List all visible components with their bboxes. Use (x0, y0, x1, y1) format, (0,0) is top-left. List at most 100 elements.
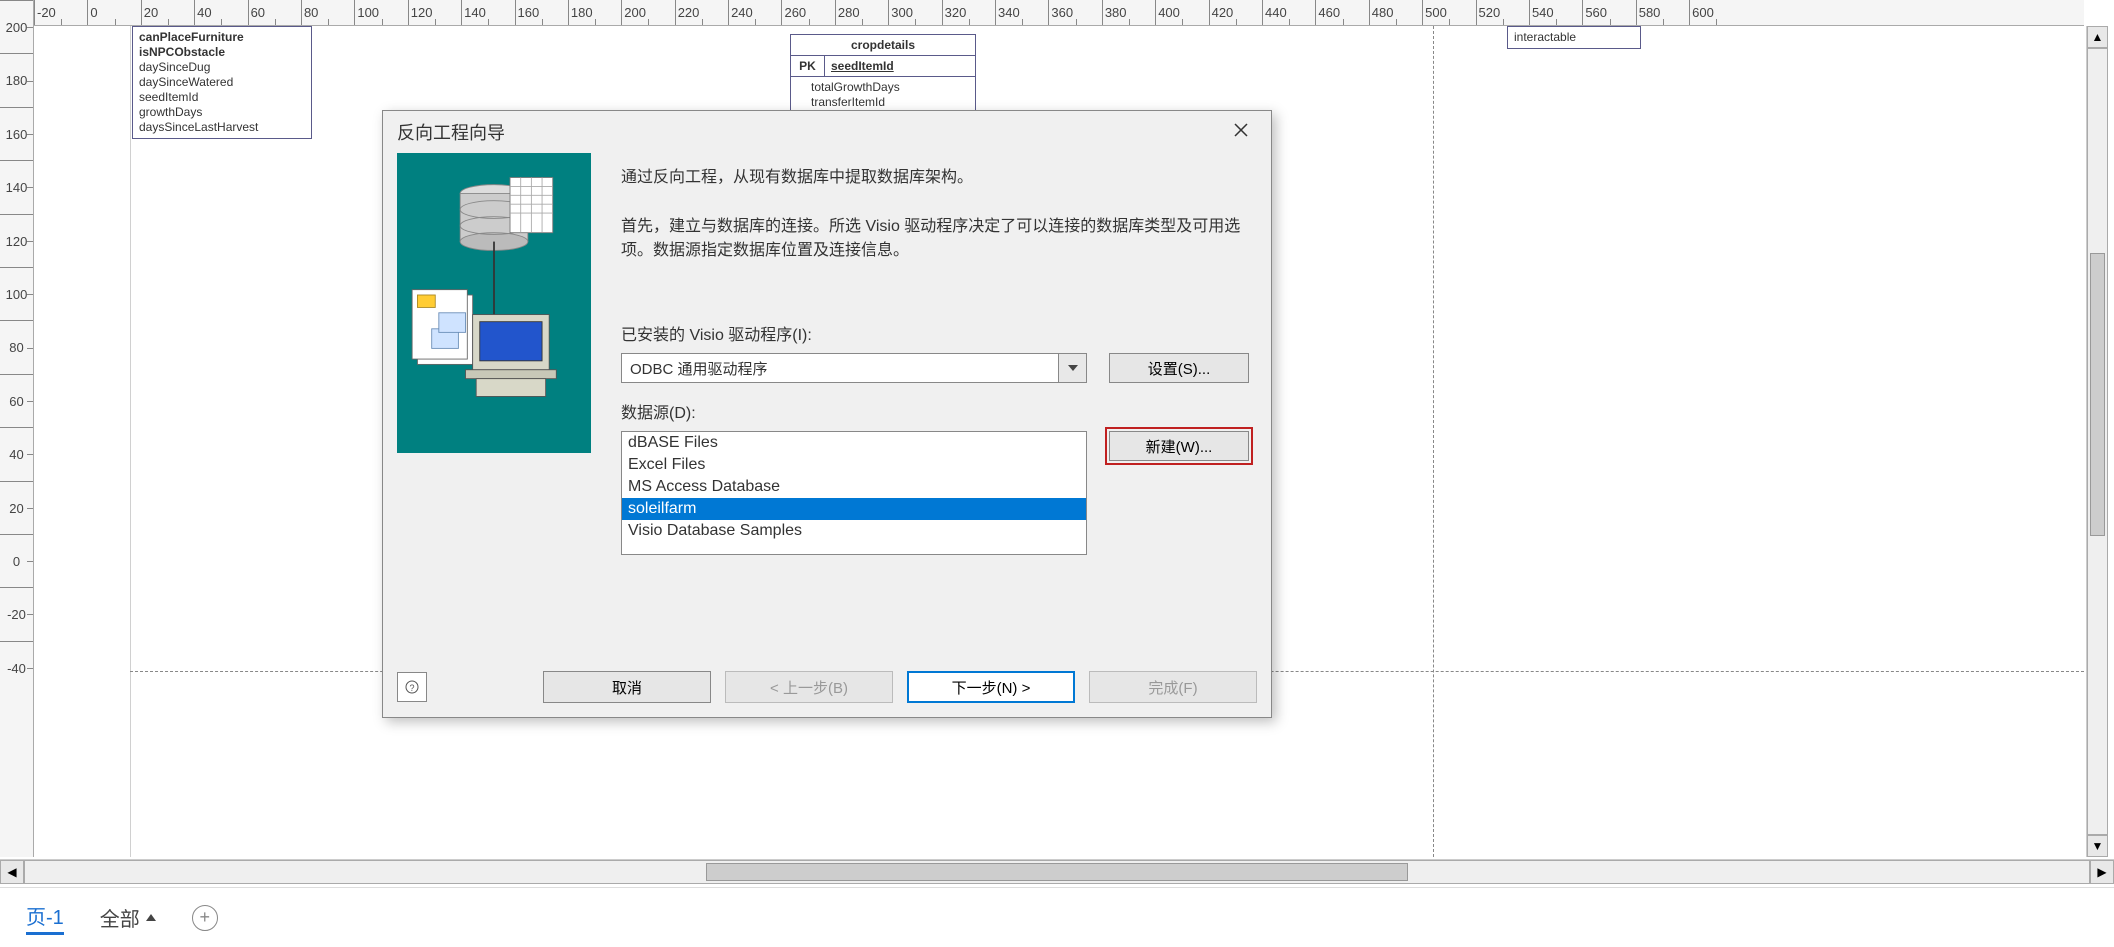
wizard-graphic (397, 153, 591, 453)
close-icon[interactable] (1225, 118, 1257, 147)
entity-field: transferItemId (811, 95, 969, 110)
driver-label: 已安装的 Visio 驱动程序(I): (621, 321, 1249, 345)
ruler-h-tick: 460 (1315, 0, 1368, 25)
pk-field: seedItemId (825, 56, 975, 76)
vscroll-thumb[interactable] (2090, 253, 2105, 536)
ruler-h-tick: 120 (408, 0, 461, 25)
ruler-h-tick: 540 (1529, 0, 1582, 25)
ruler-v-tick: 80 (0, 320, 33, 373)
driver-combobox[interactable]: ODBC 通用驱动程序 (621, 353, 1087, 383)
ruler-v-tick: 20 (0, 481, 33, 534)
dialog-titlebar[interactable]: 反向工程向导 (383, 111, 1271, 153)
horizontal-scrollbar[interactable]: ◀ ▶ (0, 859, 2114, 883)
ruler-h-tick: 160 (515, 0, 568, 25)
scroll-up-icon[interactable]: ▲ (2087, 26, 2108, 48)
ruler-h-tick: 80 (301, 0, 354, 25)
ruler-h-tick: 100 (354, 0, 407, 25)
datasource-option[interactable]: dBASE Files (622, 432, 1086, 454)
entity-field: totalGrowthDays (811, 80, 969, 95)
new-button[interactable]: 新建(W)... (1109, 431, 1249, 461)
tab-all-pages[interactable]: 全部 (100, 903, 156, 932)
reverse-engineer-wizard-dialog: 反向工程向导 (382, 110, 1272, 718)
ruler-h-tick: 140 (461, 0, 514, 25)
entity-field: growthDays (139, 105, 305, 120)
ruler-v-tick: -40 (0, 641, 33, 694)
ruler-h-tick: 300 (888, 0, 941, 25)
ruler-h-tick: 360 (1048, 0, 1101, 25)
ruler-h-tick: 200 (621, 0, 674, 25)
ruler-h-tick: 320 (942, 0, 995, 25)
entity-field: daysSinceLastHarvest (139, 120, 305, 135)
page-edge-left (130, 26, 131, 857)
wizard-instruction-text: 首先，建立与数据库的连接。所选 Visio 驱动程序决定了可以连接的数据库类型及… (621, 215, 1249, 263)
ruler-h-tick: 520 (1476, 0, 1529, 25)
entity-box-3[interactable]: interactable (1507, 26, 1641, 49)
help-button[interactable]: ? (397, 672, 427, 702)
scroll-left-icon[interactable]: ◀ (0, 860, 24, 884)
vscroll-track[interactable] (2087, 48, 2108, 835)
chevron-down-icon[interactable] (1058, 354, 1086, 382)
ruler-v-tick: 120 (0, 214, 33, 267)
ruler-h-tick: 280 (835, 0, 888, 25)
page-edge-right (1433, 26, 1434, 857)
ruler-v-tick: 0 (0, 534, 33, 587)
cancel-button[interactable]: 取消 (543, 671, 711, 703)
vertical-scrollbar[interactable]: ▲ ▼ (2086, 26, 2108, 857)
entity-box-1[interactable]: canPlaceFurnitureisNPCObstacledaySinceDu… (132, 26, 312, 139)
tab-page-1[interactable]: 页-1 (26, 901, 64, 935)
datasource-label: 数据源(D): (621, 399, 1249, 423)
scroll-right-icon[interactable]: ▶ (2090, 860, 2114, 884)
wizard-intro-text: 通过反向工程，从现有数据库中提取数据库架构。 (621, 163, 1249, 187)
entity-field: isNPCObstacle (139, 45, 305, 60)
ruler-h-tick: 60 (248, 0, 301, 25)
ruler-h-tick: 40 (194, 0, 247, 25)
add-page-button[interactable]: + (192, 905, 218, 931)
ruler-h-tick: 600 (1689, 0, 1742, 25)
next-button[interactable]: 下一步(N) > (907, 671, 1075, 703)
ruler-h-tick: 580 (1636, 0, 1689, 25)
datasource-option[interactable]: Visio Database Samples (622, 520, 1086, 542)
entity-field: canPlaceFurniture (139, 30, 305, 45)
ruler-v-tick: 160 (0, 107, 33, 160)
chevron-up-icon (146, 914, 156, 921)
ruler-v-tick: 140 (0, 160, 33, 213)
page-tabs: 页-1 全部 + (0, 887, 2114, 947)
ruler-h-tick: 180 (568, 0, 621, 25)
setup-button[interactable]: 设置(S)... (1109, 353, 1249, 383)
svg-text:?: ? (409, 683, 414, 693)
ruler-h-tick: 20 (141, 0, 194, 25)
pk-label: PK (791, 56, 825, 76)
ruler-v-tick: 40 (0, 427, 33, 480)
entity-field: daySinceWatered (139, 75, 305, 90)
ruler-v-tick: 100 (0, 267, 33, 320)
dialog-title-text: 反向工程向导 (397, 119, 505, 145)
scroll-down-icon[interactable]: ▼ (2087, 835, 2108, 857)
ruler-h-tick: 260 (781, 0, 834, 25)
ruler-h-tick: 440 (1262, 0, 1315, 25)
entity-field: interactable (1514, 30, 1634, 45)
datasource-listbox[interactable]: dBASE FilesExcel FilesMS Access Database… (621, 431, 1087, 555)
horizontal-ruler: -200204060801001201401601802002202402602… (34, 0, 2084, 26)
ruler-h-tick: 0 (87, 0, 140, 25)
entity-field: daySinceDug (139, 60, 305, 75)
entity-title: cropdetails (791, 35, 975, 56)
ruler-v-tick: 180 (0, 53, 33, 106)
ruler-v-tick: 200 (0, 0, 33, 53)
driver-value: ODBC 通用驱动程序 (622, 354, 1058, 382)
ruler-h-tick: 380 (1102, 0, 1155, 25)
ruler-h-tick: 240 (728, 0, 781, 25)
hscroll-thumb[interactable] (706, 863, 1408, 881)
hscroll-track[interactable] (24, 860, 2090, 884)
datasource-option[interactable]: Excel Files (622, 454, 1086, 476)
ruler-h-tick: 340 (995, 0, 1048, 25)
vertical-ruler: 200180160140120100806040200-20-40 (0, 0, 34, 857)
ruler-h-tick: 420 (1209, 0, 1262, 25)
datasource-option[interactable]: MS Access Database (622, 476, 1086, 498)
back-button: < 上一步(B) (725, 671, 893, 703)
ruler-v-tick: 60 (0, 374, 33, 427)
ruler-h-tick: 560 (1582, 0, 1635, 25)
datasource-option[interactable]: soleilfarm (622, 498, 1086, 520)
ruler-h-tick: -20 (34, 0, 87, 25)
tab-all-label: 全部 (100, 903, 140, 932)
ruler-h-tick: 480 (1369, 0, 1422, 25)
